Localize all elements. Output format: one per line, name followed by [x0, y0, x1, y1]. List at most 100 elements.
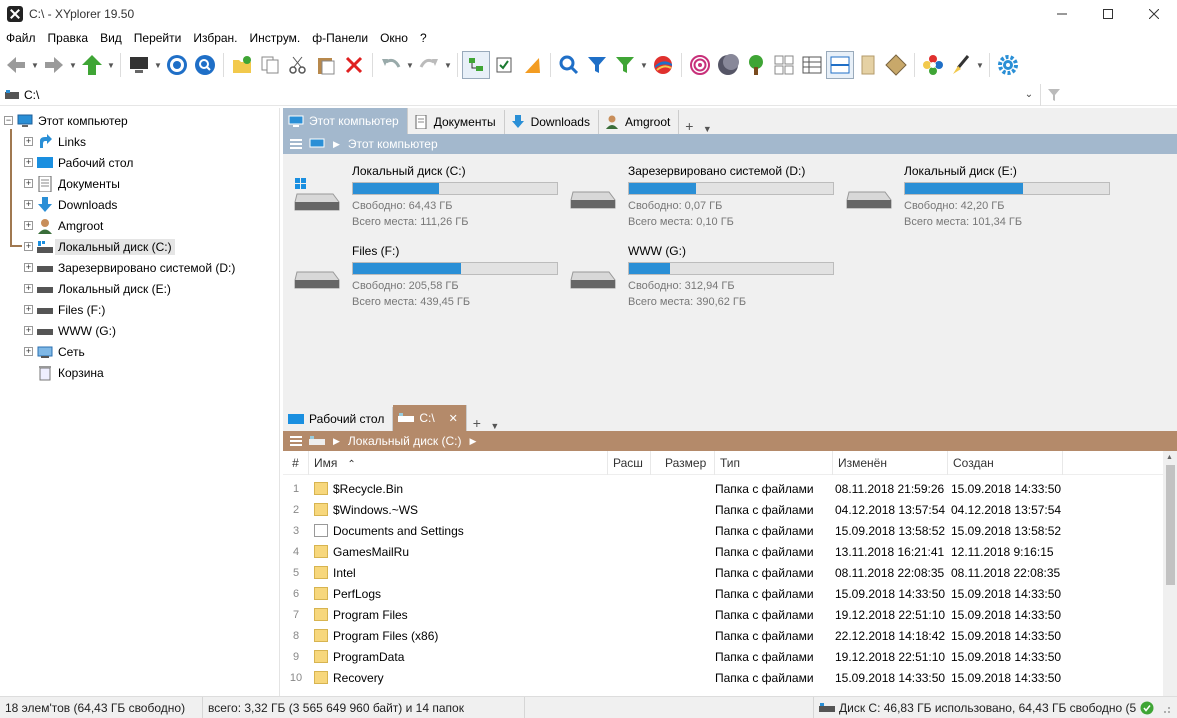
drive-tile-d[interactable]: Зарезервировано системой (D:) Свободно: … — [564, 164, 834, 234]
forward-button[interactable] — [40, 51, 68, 79]
chevron-right-icon[interactable]: ▶ — [469, 436, 476, 447]
collapse-toggle[interactable]: − — [4, 116, 13, 125]
expand-toggle[interactable]: + — [24, 221, 33, 230]
new-folder-button[interactable] — [228, 51, 256, 79]
brush-dropdown[interactable]: ▼ — [975, 61, 985, 70]
expand-toggle[interactable]: + — [24, 326, 33, 335]
live-filter-box[interactable] — [1040, 84, 1177, 106]
drive-tile-c[interactable]: Локальный диск (C:) Свободно: 64,43 ГБ В… — [288, 164, 558, 234]
drive-tile-f[interactable]: Files (F:) Свободно: 205,58 ГБ Всего мес… — [288, 244, 558, 314]
table-row[interactable]: 1 $Recycle.Bin Папка с файлами 08.11.2018 2… — [283, 478, 1163, 499]
checkbox-button[interactable] — [490, 51, 518, 79]
paste-button[interactable] — [312, 51, 340, 79]
copy-button[interactable] — [256, 51, 284, 79]
column-name[interactable]: Имя ⌃ — [309, 450, 608, 475]
menu-window[interactable]: Окно — [374, 28, 414, 48]
minimize-button[interactable] — [1039, 0, 1085, 28]
back-button[interactable] — [2, 51, 30, 79]
settings-button[interactable] — [994, 51, 1022, 79]
redo-button[interactable] — [415, 51, 443, 79]
tree-item-documents[interactable]: + Документы — [24, 173, 120, 194]
tab-desktop[interactable]: Рабочий стол — [283, 407, 394, 431]
tab-this-pc[interactable]: Этот компьютер — [283, 108, 408, 134]
menu-help[interactable]: ? — [414, 28, 433, 48]
catalog-button[interactable] — [919, 51, 947, 79]
table-row[interactable]: 5 Intel Папка с файлами 08.11.2018 22:08:35… — [283, 562, 1163, 583]
redo-dropdown[interactable]: ▼ — [443, 61, 453, 70]
resize-grip-icon[interactable] — [1158, 701, 1172, 715]
tree-item-amgroot[interactable]: + Amgroot — [24, 215, 103, 236]
delete-button[interactable] — [340, 51, 368, 79]
table-row[interactable]: 7 Program Files Папка с файлами 19.12.2018 … — [283, 604, 1163, 625]
breadcrumb-drive-c[interactable]: Локальный диск (C:) — [348, 434, 462, 448]
menu-view[interactable]: Вид — [94, 28, 128, 48]
column-modified[interactable]: Изменён — [833, 450, 948, 475]
highlight-button[interactable] — [518, 51, 546, 79]
computer-button[interactable] — [125, 51, 153, 79]
scroll-up-arrow-icon[interactable]: ▲ — [1166, 454, 1173, 461]
menu-tools[interactable]: Инструм. — [244, 28, 307, 48]
find-button[interactable] — [191, 51, 219, 79]
expand-toggle[interactable]: + — [24, 137, 33, 146]
menu-file[interactable]: Файл — [0, 28, 42, 48]
expand-toggle[interactable]: + — [24, 158, 33, 167]
search-button[interactable] — [555, 51, 583, 79]
tree-item-drive-c[interactable]: + Локальный диск (C:) — [24, 236, 175, 257]
tab-downloads[interactable]: Downloads — [505, 110, 599, 134]
menu-edit[interactable]: Правка — [42, 28, 95, 48]
column-extension[interactable]: Расш — [608, 450, 651, 475]
table-row[interactable]: 10 Recovery Папка с файлами 15.09.2018 14:3… — [283, 667, 1163, 688]
tree-item-drive-e[interactable]: + Локальный диск (E:) — [24, 278, 171, 299]
breadcrumb-this-pc[interactable]: Этот компьютер — [348, 137, 438, 151]
table-row[interactable]: 4 GamesMailRu Папка с файлами 13.11.2018 16… — [283, 541, 1163, 562]
tab-list-dropdown[interactable]: ▼ — [699, 124, 715, 134]
filter-dropdown[interactable]: ▼ — [639, 61, 649, 70]
color-filter-button[interactable] — [649, 51, 677, 79]
menu-panels[interactable]: ф-Панели — [306, 28, 374, 48]
tree-button[interactable] — [742, 51, 770, 79]
drive-tile-g[interactable]: WWW (G:) Свободно: 312,94 ГБ Всего места… — [564, 244, 834, 314]
tree-item-links[interactable]: + Links — [24, 131, 86, 152]
table-row[interactable]: 9 ProgramData Папка с файлами 19.12.2018 22… — [283, 646, 1163, 667]
cut-button[interactable] — [284, 51, 312, 79]
tab-amgroot[interactable]: Amgroot — [599, 110, 680, 134]
expand-toggle[interactable]: + — [24, 179, 33, 188]
drive-tile-e[interactable]: Локальный диск (E:) Свободно: 42,20 ГБ В… — [840, 164, 1110, 234]
mini-tree-button[interactable] — [882, 51, 910, 79]
menu-go[interactable]: Перейти — [128, 28, 188, 48]
table-row[interactable]: 2 $Windows.~WS Папка с файлами 04.12.2018 1… — [283, 499, 1163, 520]
add-tab-button[interactable]: + — [679, 118, 699, 134]
maximize-button[interactable] — [1085, 0, 1131, 28]
dual-pane-button[interactable] — [826, 51, 854, 79]
vertical-scrollbar[interactable]: ▲ — [1163, 451, 1177, 696]
column-size[interactable]: Размер — [651, 450, 715, 475]
column-number[interactable]: # — [283, 450, 309, 475]
tree-item-downloads[interactable]: + Downloads — [24, 194, 117, 215]
table-row[interactable]: 8 Program Files (x86) Папка с файлами 22.12… — [283, 625, 1163, 646]
up-dropdown[interactable]: ▼ — [106, 61, 116, 70]
tab-list-dropdown[interactable]: ▼ — [487, 421, 503, 431]
details-view-button[interactable] — [798, 51, 826, 79]
expand-toggle[interactable]: + — [24, 263, 33, 272]
preview-button[interactable] — [854, 51, 882, 79]
table-row[interactable]: 3 Documents and Settings Папка с файлами 15… — [283, 520, 1163, 541]
address-input[interactable] — [24, 87, 1019, 102]
hamburger-icon[interactable] — [290, 137, 302, 151]
forward-dropdown[interactable]: ▼ — [68, 61, 78, 70]
table-row[interactable]: 6 PerfLogs Папка с файлами 15.09.2018 14:33… — [283, 583, 1163, 604]
tab-documents[interactable]: Документы — [408, 110, 505, 134]
scrollbar-thumb[interactable] — [1166, 465, 1175, 585]
tree-item-recycle-bin[interactable]: Корзина — [37, 362, 104, 383]
visual-filter-button[interactable] — [611, 51, 639, 79]
column-type[interactable]: Тип — [715, 450, 833, 475]
brush-button[interactable] — [947, 51, 975, 79]
tree-item-network[interactable]: + Сеть — [24, 341, 85, 362]
tree-item-drive-d[interactable]: + Зарезервировано системой (D:) — [24, 257, 235, 278]
computer-dropdown[interactable]: ▼ — [153, 61, 163, 70]
expand-toggle[interactable]: + — [24, 200, 33, 209]
target-button[interactable] — [163, 51, 191, 79]
tree-item-desktop[interactable]: + Рабочий стол — [24, 152, 133, 173]
column-created[interactable]: Создан — [948, 450, 1063, 475]
tab-drive-c[interactable]: C:\ ✕ — [393, 405, 467, 431]
close-button[interactable] — [1131, 0, 1177, 28]
